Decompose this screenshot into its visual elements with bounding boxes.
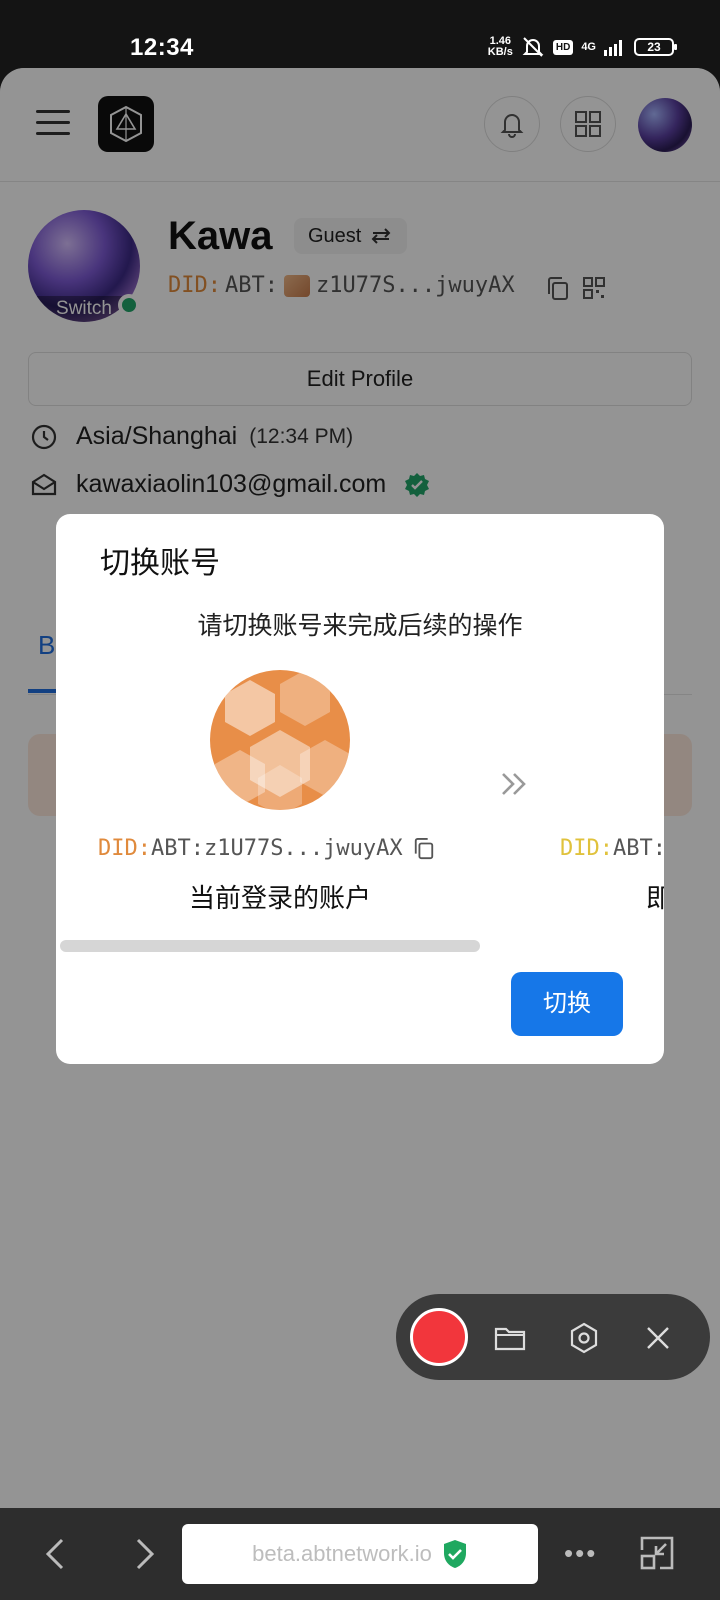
target-account-label: 即 [646,883,664,913]
url-text: beta.abtnetwork.io [252,1541,432,1566]
current-account-label: 当前登录的账户 [188,883,371,913]
browser-bottom-bar: beta.abtnetwork.io ••• [0,1508,720,1600]
dialog-title: 切换账号 [100,547,220,580]
status-time: 12:34 [130,34,194,61]
mute-bell-icon [522,37,544,57]
network-type: 4G [581,41,596,53]
forward-icon[interactable] [128,1536,160,1572]
record-button[interactable] [410,1308,468,1366]
back-icon[interactable] [40,1536,72,1572]
signal-icon [604,40,622,56]
settings-icon[interactable] [568,1322,600,1354]
secure-shield-icon [443,1540,466,1568]
target-account-did: DID:ABT: [560,836,664,861]
minimize-window-icon[interactable] [638,1534,676,1572]
more-options-icon[interactable]: ••• [564,1538,597,1569]
status-icons: 1.46 KB/s HD 4G 23 [487,35,677,58]
url-bar[interactable]: beta.abtnetwork.io [182,1524,538,1584]
folder-icon[interactable] [494,1322,526,1354]
horizontal-scrollbar[interactable] [60,940,480,952]
status-bar: 12:34 1.46 KB/s HD 4G 23 [0,0,720,68]
dialog-description: 请切换账号来完成后续的操作 [197,612,523,640]
screen-recorder-bar [396,1294,710,1380]
current-account-avatar [210,670,350,810]
network-speed: 1.46 KB/s [487,35,513,58]
double-chevron-right-icon [500,768,528,805]
battery-icon: 23 [634,38,677,56]
current-account-did: DID:ABT:z1U77S...jwuyAX [98,836,435,861]
switch-account-dialog: 切换账号 请切换账号来完成后续的操作 DID:ABT:z1U77S...jwuy… [56,514,664,1064]
close-icon[interactable] [642,1322,674,1354]
switch-account-button[interactable]: 切换 [511,972,623,1036]
copy-icon[interactable] [413,837,435,861]
hd-badge: HD [552,39,574,55]
screen: 12:34 1.46 KB/s HD 4G 23 Switch Kawa Gue… [0,0,720,1600]
